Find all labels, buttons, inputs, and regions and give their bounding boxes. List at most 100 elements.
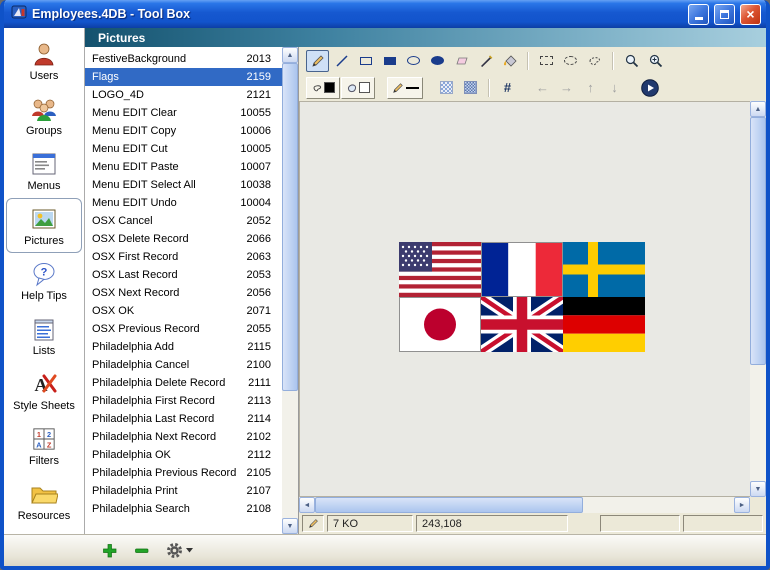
pen-tool[interactable] [474, 50, 497, 72]
list-item[interactable]: Philadelphia Next Record 2102 [85, 428, 282, 446]
zoom-out-tool[interactable] [620, 50, 643, 72]
list-item[interactable]: Philadelphia Previous Record 2105 [85, 464, 282, 482]
lasso-select-tool[interactable] [583, 50, 606, 72]
title-bar[interactable]: Employees.4DB - Tool Box × [4, 0, 766, 28]
options-menu-button[interactable] [166, 542, 193, 559]
sidebar-item-filters[interactable]: 1 2 A Z Filters [4, 418, 84, 473]
list-item[interactable]: Philadelphia Cancel 2100 [85, 356, 282, 374]
scroll-down-icon[interactable]: ▼ [750, 481, 766, 497]
list-item[interactable]: Philadelphia Delete Record 2111 [85, 374, 282, 392]
sidebar-item-resources[interactable]: Resources [4, 473, 84, 528]
picture-name: Philadelphia First Record [92, 395, 215, 407]
sidebar-label: Help Tips [21, 289, 67, 302]
list-item[interactable]: Menu EDIT Copy 10006 [85, 122, 282, 140]
sidebar-item-lists[interactable]: Lists [4, 308, 84, 363]
add-picture-button[interactable] [102, 543, 117, 558]
list-item[interactable]: Menu EDIT Clear 10055 [85, 104, 282, 122]
canvas-vertical-scrollbar[interactable]: ▲ ▼ [750, 101, 766, 497]
list-item[interactable]: OSX Last Record 2053 [85, 266, 282, 284]
drawing-toolbar [299, 47, 766, 74]
filled-ellipse-tool[interactable] [426, 50, 449, 72]
list-item[interactable]: LOGO_4D 2121 [85, 86, 282, 104]
preview-button[interactable] [638, 77, 662, 99]
sidebar-label: Lists [32, 344, 56, 357]
nudge-up-button[interactable]: ↑ [579, 77, 602, 99]
list-item[interactable]: Flags 2159 [85, 68, 282, 86]
list-item[interactable]: OSX Next Record 2056 [85, 284, 282, 302]
line-width-picker[interactable] [387, 76, 423, 99]
pattern-light-button[interactable] [435, 77, 458, 99]
list-item[interactable]: Menu EDIT Paste 10007 [85, 158, 282, 176]
nudge-left-button[interactable]: ← [531, 77, 554, 99]
delete-picture-button[interactable] [134, 543, 149, 558]
picture-name: OSX Next Record [92, 287, 180, 299]
sidebar-item-menus[interactable]: Menus [4, 143, 84, 198]
groups-icon [30, 95, 58, 123]
list-scrollbar[interactable]: ▲ ▼ [282, 47, 298, 534]
sidebar-item-groups[interactable]: Groups [4, 88, 84, 143]
scroll-right-icon[interactable]: ► [734, 497, 750, 513]
section-header: Pictures [85, 28, 766, 47]
list-item[interactable]: Menu EDIT Undo 10004 [85, 194, 282, 212]
pattern-dark-button[interactable] [459, 77, 482, 99]
maximize-button[interactable] [714, 3, 735, 25]
scroll-left-icon[interactable]: ◄ [299, 497, 315, 513]
ellipse-select-tool[interactable] [559, 50, 582, 72]
scroll-thumb[interactable] [315, 497, 584, 513]
scroll-track[interactable] [282, 63, 298, 518]
scroll-down-icon[interactable]: ▼ [282, 518, 298, 534]
pencil-tool[interactable] [306, 49, 329, 72]
nudge-right-button[interactable]: → [555, 77, 578, 99]
canvas-horizontal-scrollbar[interactable]: ◄ ► [299, 497, 766, 513]
line-tool[interactable] [330, 50, 353, 72]
picture-id: 2071 [246, 305, 271, 317]
eraser-tool[interactable] [450, 50, 473, 72]
zoom-in-tool[interactable] [644, 50, 667, 72]
scroll-track[interactable] [315, 497, 734, 513]
marquee-select-tool[interactable] [535, 50, 558, 72]
pictures-list-panel: FestiveBackground 2013 Flags 2159 LOGO_4… [85, 47, 299, 534]
list-item[interactable]: Philadelphia Add 2115 [85, 338, 282, 356]
list-item[interactable]: Menu EDIT Select All 10038 [85, 176, 282, 194]
nudge-down-button[interactable]: ↓ [603, 77, 626, 99]
picture-id: 2159 [246, 71, 271, 83]
sidebar-item-help-tips[interactable]: ? Help Tips [4, 253, 84, 308]
sidebar-item-users[interactable]: Users [4, 33, 84, 88]
scroll-thumb[interactable] [282, 63, 298, 391]
scroll-up-icon[interactable]: ▲ [750, 101, 766, 117]
scroll-up-icon[interactable]: ▲ [282, 47, 298, 63]
picture-name: Philadelphia Next Record [92, 431, 217, 443]
sidebar-item-pictures[interactable]: Pictures [6, 198, 82, 253]
list-item[interactable]: OSX Delete Record 2066 [85, 230, 282, 248]
list-item[interactable]: OSX Cancel 2052 [85, 212, 282, 230]
list-item[interactable]: Philadelphia Search 2108 [85, 500, 282, 518]
paint-bucket-tool[interactable] [498, 50, 521, 72]
filled-rectangle-tool[interactable] [378, 50, 401, 72]
scroll-track[interactable] [750, 117, 766, 481]
list-item[interactable]: OSX OK 2071 [85, 302, 282, 320]
list-item[interactable]: OSX Previous Record 2055 [85, 320, 282, 338]
list-item[interactable]: FestiveBackground 2013 [85, 50, 282, 68]
list-item[interactable]: Philadelphia Last Record 2114 [85, 410, 282, 428]
scroll-thumb[interactable] [750, 117, 766, 365]
list-item[interactable]: OSX First Record 2063 [85, 248, 282, 266]
zoom-out-icon [625, 54, 638, 67]
ellipse-tool[interactable] [402, 50, 425, 72]
rectangle-tool[interactable] [354, 50, 377, 72]
drawing-canvas[interactable] [299, 101, 750, 497]
picture-name: OSX OK [92, 305, 135, 317]
close-button[interactable]: × [740, 3, 761, 25]
sidebar-item-style-sheets[interactable]: A Style Sheets [4, 363, 84, 418]
foreground-color-picker[interactable] [306, 76, 340, 99]
svg-text:1: 1 [37, 430, 41, 439]
list-item[interactable]: Menu EDIT Cut 10005 [85, 140, 282, 158]
minimize-button[interactable] [688, 3, 709, 25]
list-item[interactable]: Philadelphia First Record 2113 [85, 392, 282, 410]
ellipse-select-icon [564, 56, 577, 65]
list-item[interactable]: Philadelphia OK 2112 [85, 446, 282, 464]
background-color-picker[interactable] [341, 76, 375, 99]
list-item[interactable]: Philadelphia Print 2107 [85, 482, 282, 500]
grid-toggle-button[interactable]: # [496, 77, 519, 99]
picture-id: 2013 [246, 53, 271, 65]
picture-name: OSX Last Record [92, 269, 178, 281]
